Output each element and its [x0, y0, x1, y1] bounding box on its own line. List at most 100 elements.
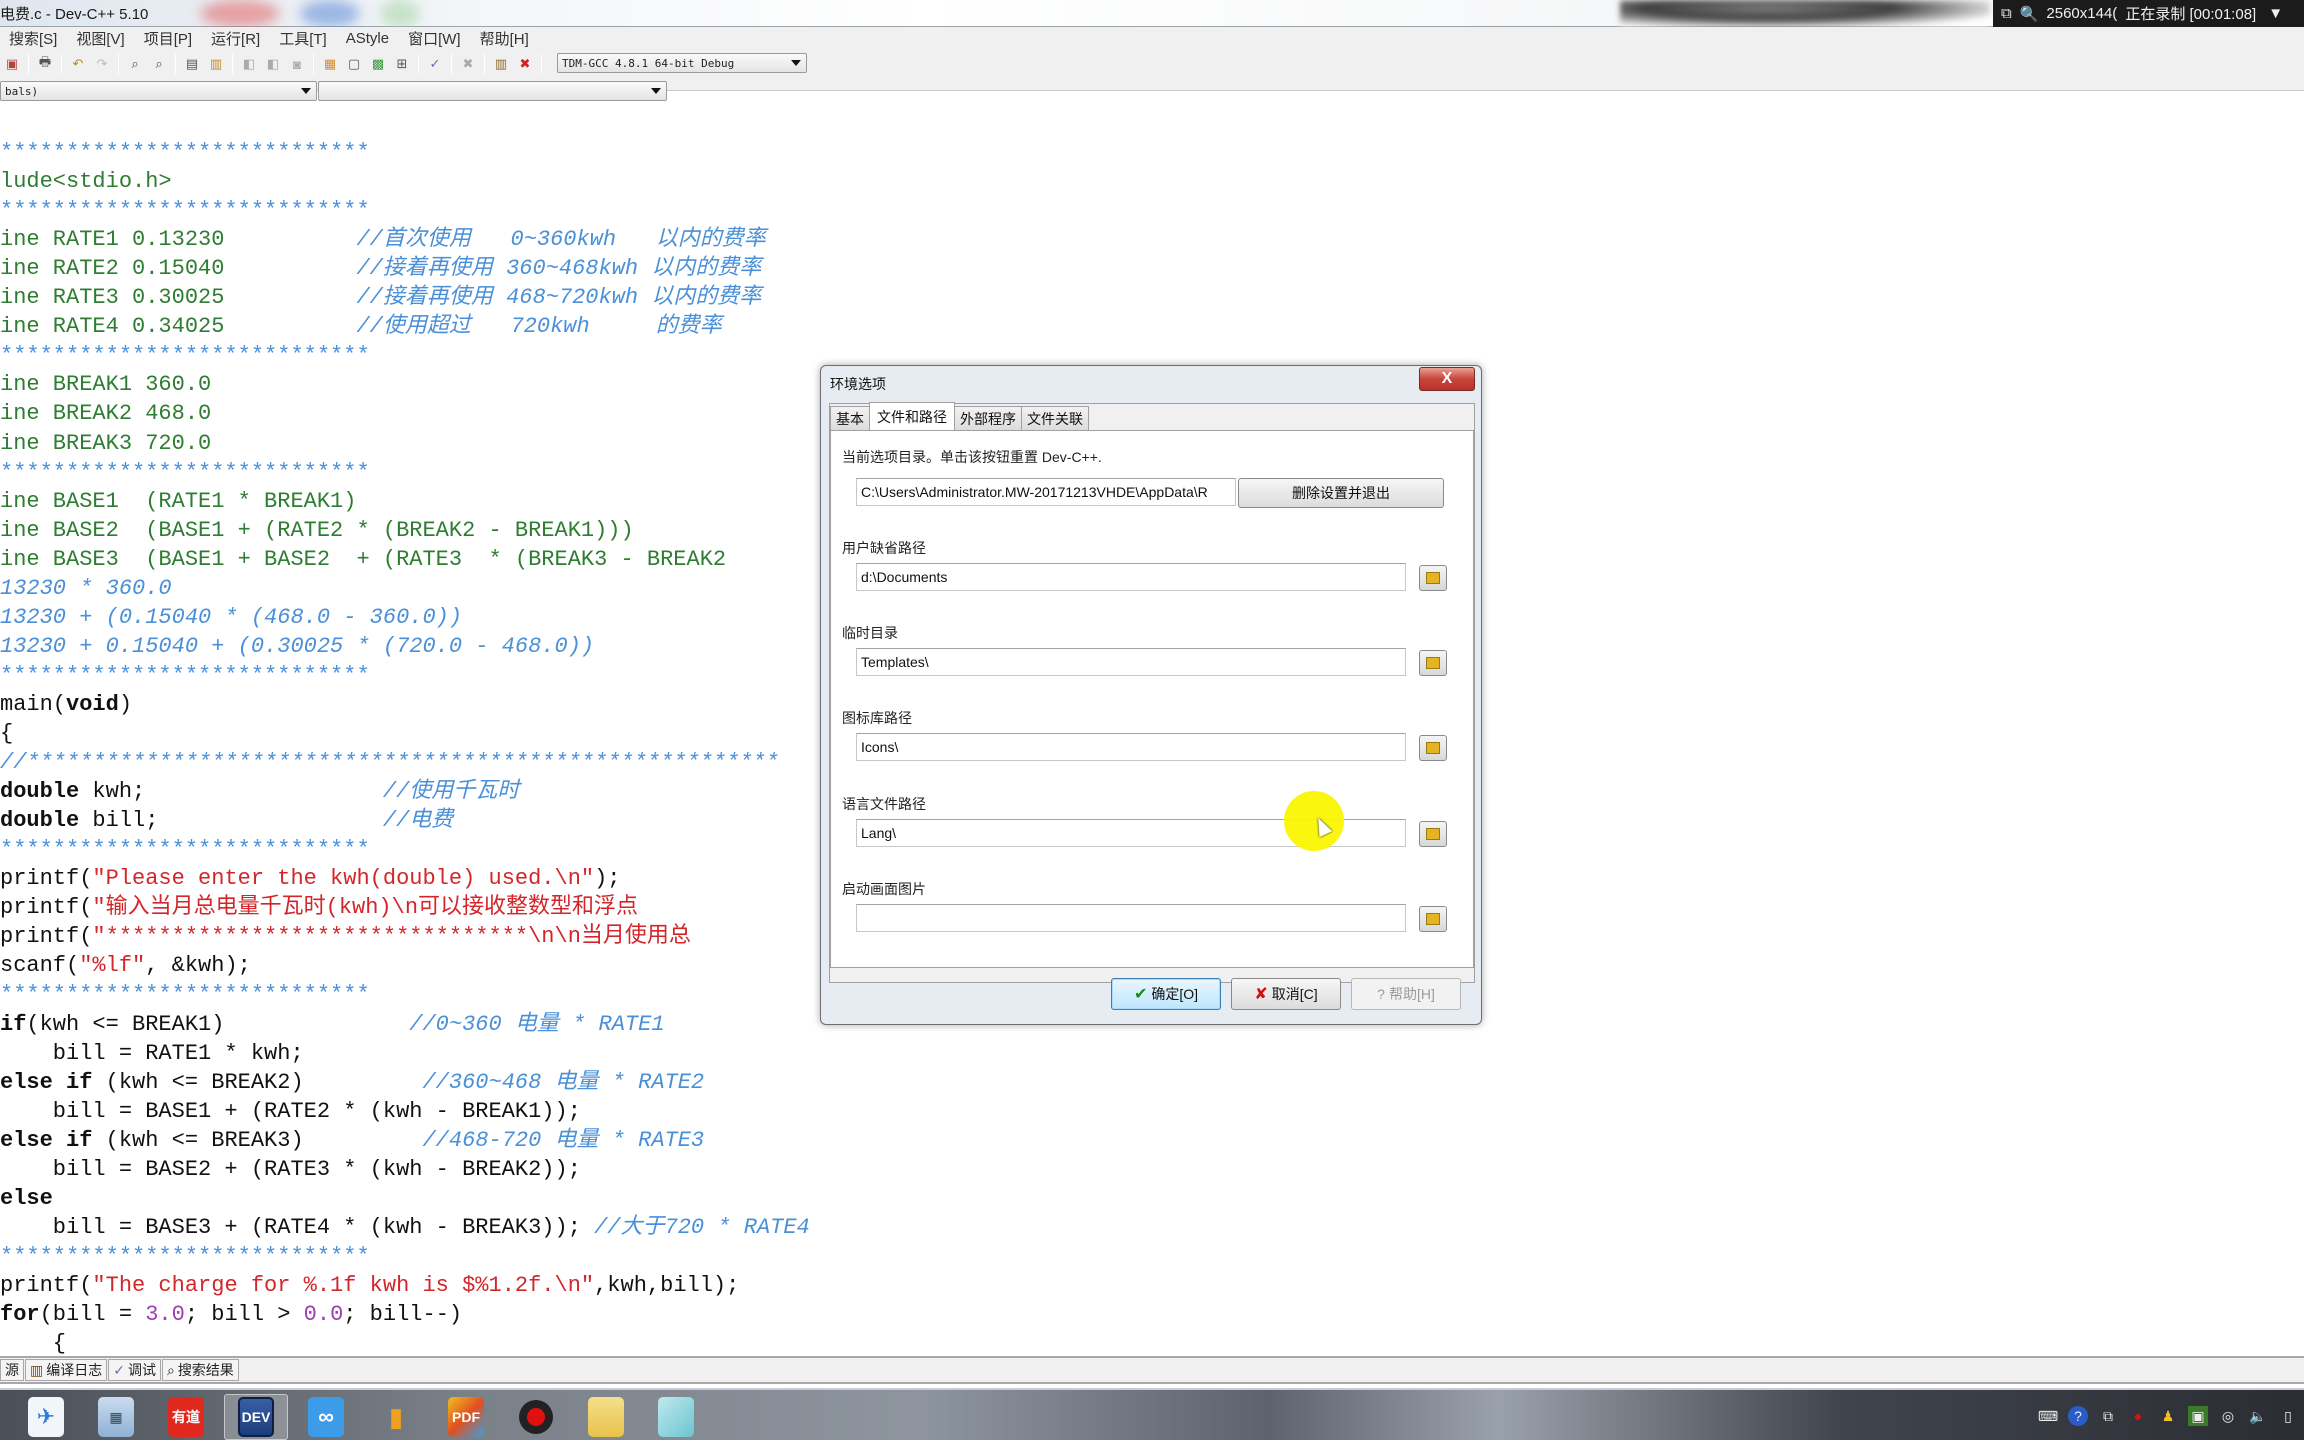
tab-resources-label: 源: [5, 1362, 19, 1378]
taskbar-app-notepad[interactable]: [644, 1394, 708, 1440]
reset-settings-button[interactable]: 删除设置并退出: [1238, 478, 1444, 508]
gpu-icon[interactable]: ▣: [2188, 1406, 2208, 1426]
browse-splash-image-button[interactable]: [1419, 906, 1447, 932]
temp-dir-field[interactable]: Templates\: [856, 648, 1406, 676]
menu-view[interactable]: 视图[V]: [67, 28, 134, 49]
compiler-select[interactable]: TDM-GCC 4.8.1 64-bit Debug: [557, 53, 807, 73]
code-token: //大于720 * RATE4: [594, 1214, 810, 1240]
debug-icon[interactable]: ✖: [515, 54, 535, 74]
menu-project[interactable]: 项目[P]: [135, 28, 202, 49]
user-default-path-field[interactable]: d:\Documents: [856, 563, 1406, 591]
code-line: scanf("%lf", &kwh);: [0, 951, 251, 980]
volume-icon[interactable]: 🔈: [2248, 1406, 2268, 1426]
chart-icon: ▥: [30, 1361, 44, 1378]
bar-chart-icon: ▮: [388, 1401, 404, 1432]
menu-astyle[interactable]: AStyle: [337, 30, 399, 47]
class-icon[interactable]: ▩: [368, 54, 388, 74]
code-token: (kwh <= BREAK1): [26, 1011, 410, 1037]
chart-icon[interactable]: ▥: [491, 54, 511, 74]
undo-icon[interactable]: ↶: [68, 54, 88, 74]
taskbar-app-baidu-cloud[interactable]: ∞: [294, 1394, 358, 1440]
record-icon[interactable]: ●: [2128, 1406, 2148, 1426]
keyboard-icon[interactable]: ⌨: [2038, 1406, 2058, 1426]
menu-search[interactable]: 搜索[S]: [0, 28, 67, 49]
print-icon[interactable]: 🖶: [35, 54, 55, 74]
help-icon[interactable]: ?: [2068, 1406, 2088, 1426]
new-project-icon[interactable]: ▦: [320, 54, 340, 74]
taskbar-app-chart[interactable]: ▮: [364, 1394, 428, 1440]
chevron-down-icon: [791, 60, 801, 66]
tab-search-results[interactable]: ⌕ 搜索结果: [161, 1359, 239, 1381]
qq-icon[interactable]: ♟: [2158, 1406, 2178, 1426]
dialog-tabs: 基本 文件和路径 外部程序 文件关联: [830, 402, 1089, 430]
tab-external-programs[interactable]: 外部程序: [954, 406, 1022, 430]
taskbar-app-calculator[interactable]: ▦: [84, 1394, 148, 1440]
toggle-icon[interactable]: ◙: [287, 54, 307, 74]
menu-help[interactable]: 帮助[H]: [471, 28, 539, 49]
find-icon[interactable]: ⌕: [125, 54, 145, 74]
replace-icon[interactable]: ⌕: [149, 54, 169, 74]
config-dir-label: 当前选项目录。单击该按钮重置 Dev-C++.: [842, 449, 1102, 465]
redo-icon[interactable]: ↷: [92, 54, 112, 74]
unindent-icon[interactable]: ▥: [206, 54, 226, 74]
ok-button[interactable]: ✔ 确定[O]: [1111, 978, 1221, 1010]
taskbar-app-youdao[interactable]: 有道: [154, 1394, 218, 1440]
code-token: //468-720 电量 * RATE3: [422, 1127, 705, 1153]
config-dir-field[interactable]: C:\Users\Administrator.MW-20171213VHDE\A…: [856, 478, 1236, 506]
window-icon[interactable]: ▢: [344, 54, 364, 74]
browse-folder-icon: [1426, 657, 1440, 669]
bookmark-icon[interactable]: ◧: [239, 54, 259, 74]
zoom-icon[interactable]: 🔍: [2020, 5, 2039, 23]
code-line: ine RATE3 0.30025 //接着再使用 468~720kwh 以内的…: [0, 283, 761, 312]
check-icon[interactable]: ✓: [425, 54, 445, 74]
notepad-icon: [658, 1397, 694, 1437]
menu-window[interactable]: 窗口[W]: [399, 28, 471, 49]
menu-run[interactable]: 运行[R]: [202, 28, 270, 49]
pdf-icon: PDF: [448, 1397, 484, 1437]
icon-lib-path-field[interactable]: Icons\: [856, 733, 1406, 761]
taskbar-app-feiq[interactable]: ✈: [14, 1394, 78, 1440]
taskbar-app-pdf[interactable]: PDF: [434, 1394, 498, 1440]
code-token: {: [0, 1331, 67, 1356]
help-button[interactable]: ? 帮助[H]: [1351, 978, 1461, 1010]
delete-icon[interactable]: ✖: [458, 54, 478, 74]
browse-temp-dir-button[interactable]: [1419, 650, 1447, 676]
code-token: ine BASE1 (RATE1 * BREAK1): [0, 488, 357, 514]
tab-general[interactable]: 基本: [830, 406, 870, 430]
browse-language-path-button[interactable]: [1419, 821, 1447, 847]
tab-file-associations[interactable]: 文件关联: [1021, 406, 1089, 430]
compiler-select-value: TDM-GCC 4.8.1 64-bit Debug: [562, 56, 735, 70]
icon-lib-path-label: 图标库路径: [842, 710, 912, 726]
code-token: ****************************: [0, 1243, 370, 1269]
tab-compile-log[interactable]: ▥ 编译日志: [25, 1359, 108, 1381]
taskbar-app-explorer[interactable]: [574, 1394, 638, 1440]
code-token: ****************************: [0, 140, 370, 165]
code-token: kwh;: [79, 779, 383, 805]
speaker-icon[interactable]: ◎: [2218, 1406, 2238, 1426]
taskbar-app-recorder[interactable]: [504, 1394, 568, 1440]
browse-icon-lib-path-button[interactable]: [1419, 735, 1447, 761]
splash-image-field[interactable]: [856, 904, 1406, 932]
indent-icon[interactable]: ▤: [182, 54, 202, 74]
close-button[interactable]: X: [1419, 367, 1475, 391]
tab-resources[interactable]: 源: [0, 1359, 24, 1381]
code-token: 13230 + 0.15040 + (0.30025 * (720.0 - 46…: [0, 633, 595, 659]
menu-bar: 搜索[S] 视图[V] 项目[P] 运行[R] 工具[T] AStyle 窗口[…: [0, 27, 2304, 49]
close-file-icon[interactable]: ▣: [2, 54, 22, 74]
scope-select[interactable]: bals): [0, 81, 317, 101]
code-token: bill = BASE1 + (RATE2 * (kwh - BREAK1));: [0, 1098, 581, 1124]
cancel-button[interactable]: ✘ 取消[C]: [1231, 978, 1341, 1010]
tab-debug[interactable]: ✓ 调试: [108, 1359, 161, 1381]
tab-files-and-paths[interactable]: 文件和路径: [869, 402, 955, 430]
symbol-select[interactable]: [318, 81, 667, 101]
restore-icon[interactable]: ⧉: [2098, 1406, 2118, 1426]
browse-user-default-path-button[interactable]: [1419, 565, 1447, 591]
taskbar-app-dev-cpp[interactable]: DEV: [224, 1394, 288, 1440]
battery-icon[interactable]: ▯: [2278, 1406, 2298, 1426]
menu-tools[interactable]: 工具[T]: [270, 28, 337, 49]
chevron-down-icon[interactable]: ▼: [2268, 5, 2283, 22]
goto-icon[interactable]: ◧: [263, 54, 283, 74]
code-token: 3.0: [145, 1302, 185, 1327]
grid-icon[interactable]: ⊞: [392, 54, 412, 74]
restore-icon[interactable]: ⧉: [2001, 5, 2012, 22]
